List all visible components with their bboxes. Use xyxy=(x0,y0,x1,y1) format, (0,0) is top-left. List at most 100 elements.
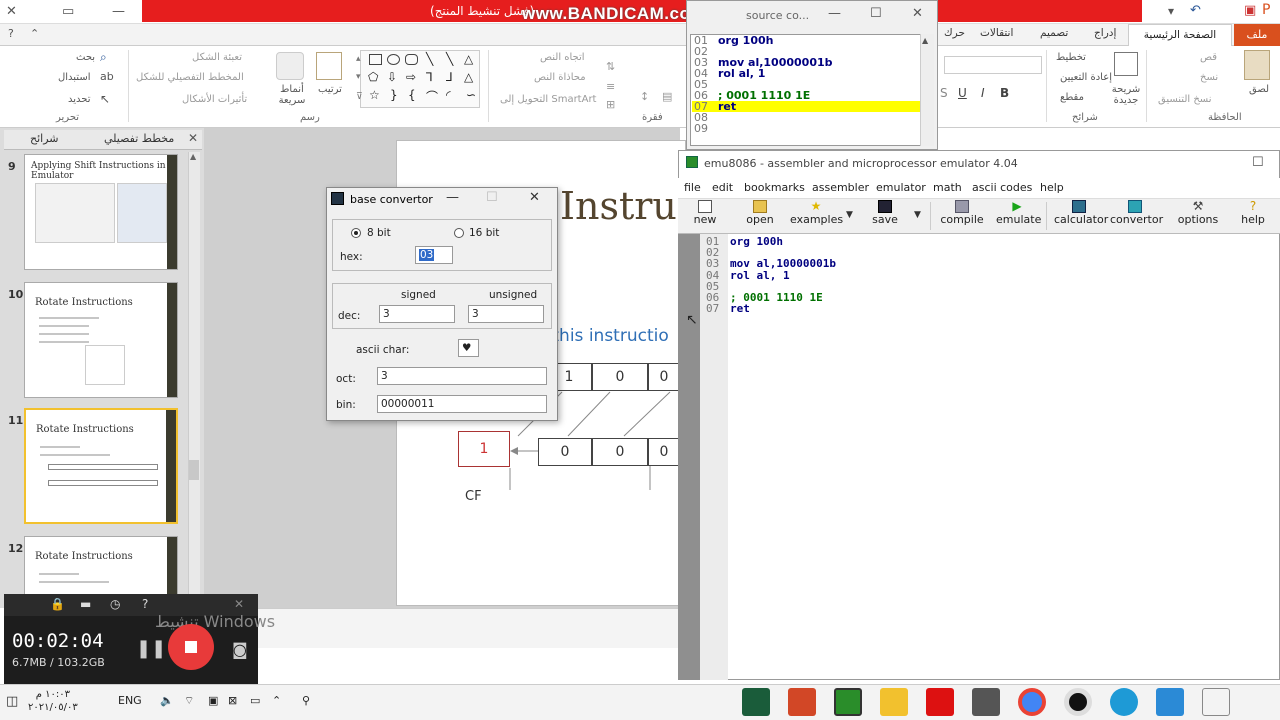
oval-shape-icon[interactable] xyxy=(387,54,400,65)
minimize-button[interactable]: — xyxy=(446,190,459,205)
format-painter-button[interactable]: نسخ التنسيق xyxy=(1158,94,1211,105)
people-icon[interactable]: ⚲ xyxy=(302,694,310,707)
paste-icon[interactable] xyxy=(1244,50,1270,80)
shape-effects-button[interactable]: تأثيرات الأشكال xyxy=(182,94,247,105)
taskbar-clock[interactable]: ١٠:٠٣ م ٢٠٢١/٠٥/٠٣ xyxy=(28,688,78,714)
mail-icon[interactable] xyxy=(1156,688,1184,716)
tab-file[interactable]: ملف xyxy=(1234,24,1280,46)
gallery-scroll-up-icon[interactable]: ▴ xyxy=(356,54,361,64)
powerpoint-taskbar-icon[interactable] xyxy=(788,688,816,716)
quick-styles-icon[interactable] xyxy=(276,52,304,80)
pentagon-shape-icon[interactable]: ⬠ xyxy=(368,70,378,84)
help-button[interactable]: ? help xyxy=(1236,200,1270,232)
star-shape-icon[interactable]: ☆ xyxy=(369,88,380,102)
menu-help[interactable]: help xyxy=(1040,181,1064,194)
emulate-button[interactable]: ▶ emulate xyxy=(996,200,1041,232)
close-panel-icon[interactable]: ✕ xyxy=(188,131,198,145)
tab-outline[interactable]: مخطط تفصيلي xyxy=(104,132,174,145)
slide-thumbnail-11[interactable]: Rotate Instructions xyxy=(24,408,178,524)
shape-outline-button[interactable]: المخطط التفصيلي للشكل xyxy=(136,72,244,83)
emu-code-editor[interactable]: 01 org 100h 02 03 mov al,10000001b 04 rol al, … xyxy=(704,236,836,315)
close-icon[interactable]: ✕ xyxy=(234,597,244,611)
align-text-icon[interactable]: ≡ xyxy=(606,80,615,93)
quick-styles-button[interactable]: أنماط سريعة xyxy=(276,84,308,106)
tray-app-icon[interactable]: ⊠ xyxy=(228,694,237,707)
align-text-button[interactable]: محاذاة النص xyxy=(534,72,586,83)
dec-signed-input[interactable]: 3 xyxy=(379,305,455,323)
calculator-button[interactable]: calculator xyxy=(1054,200,1108,232)
menu-bookmarks[interactable]: bookmarks xyxy=(744,181,805,194)
emu8086-taskbar-icon[interactable] xyxy=(834,688,862,716)
restore-window-button[interactable]: ▭ xyxy=(62,4,74,19)
help-icon[interactable]: ? xyxy=(8,27,14,40)
menu-edit[interactable]: edit xyxy=(712,181,733,194)
paste-button[interactable]: لصق xyxy=(1249,84,1269,95)
tray-app-icon[interactable]: ▣ xyxy=(208,694,218,707)
select-button[interactable]: تحديد xyxy=(68,94,91,105)
cursor-icon[interactable]: ↖ xyxy=(100,92,110,106)
slide-thumbnail-9[interactable]: Applying Shift Instructions in Emulator xyxy=(24,154,178,270)
show-hidden-icons[interactable]: ⌃ xyxy=(272,694,281,707)
menu-ascii-codes[interactable]: ascii codes xyxy=(972,181,1032,194)
close-button[interactable]: ✕ xyxy=(529,190,540,205)
arrow-down-shape-icon[interactable]: ⇩ xyxy=(387,70,397,84)
edge-icon[interactable] xyxy=(1110,688,1138,716)
convert-smartart-button[interactable]: التحويل إلى SmartArt xyxy=(500,94,596,105)
battery-icon[interactable]: ▭ xyxy=(250,694,260,707)
lock-icon[interactable]: 🔒 xyxy=(50,597,65,611)
minimize-button[interactable]: — xyxy=(828,6,841,21)
camera-icon[interactable]: ◙ xyxy=(232,640,248,659)
folder-icon[interactable]: ▬ xyxy=(80,597,91,611)
curve-shape-icon[interactable]: ∽ xyxy=(466,88,476,102)
maximize-button[interactable]: ☐ xyxy=(1252,155,1264,170)
tab-design[interactable]: تصميم xyxy=(1040,27,1068,39)
copy-button[interactable]: نسخ xyxy=(1200,72,1218,83)
save-icon[interactable]: ▣ xyxy=(1244,3,1256,18)
shape-fill-button[interactable]: تعبئة الشكل xyxy=(192,52,242,63)
options-button[interactable]: ⚒ options xyxy=(1176,200,1220,232)
maximize-button[interactable]: ☐ xyxy=(870,6,882,21)
brace-shape-icon[interactable]: { xyxy=(408,88,416,102)
tab-animations[interactable]: حرك xyxy=(944,27,965,39)
line-shape-icon[interactable]: ╲ xyxy=(446,52,453,66)
notification-icon[interactable]: ◫ xyxy=(6,694,18,709)
menu-assembler[interactable]: assembler xyxy=(812,181,869,194)
scroll-up-icon[interactable]: ▲ xyxy=(190,152,196,161)
new-slide-button[interactable]: شريحة جديدة xyxy=(1110,84,1142,106)
bandicam-icon[interactable] xyxy=(1064,688,1092,716)
radio-16bit[interactable] xyxy=(454,228,464,238)
clock-icon[interactable]: ◷ xyxy=(110,597,120,611)
new-slide-icon[interactable] xyxy=(1114,52,1138,76)
replace-button[interactable]: استبدال xyxy=(58,72,91,83)
connector-shape-icon[interactable]: ⅃ xyxy=(446,70,453,84)
ascii-input[interactable]: ♥ xyxy=(458,339,479,357)
smartart-icon[interactable]: ⊞ xyxy=(606,98,615,111)
font-name-field[interactable] xyxy=(944,56,1042,74)
save-dropdown-icon[interactable]: ▼ xyxy=(914,210,921,220)
gallery-expand-icon[interactable]: ⊽ xyxy=(356,92,363,102)
new-button[interactable]: new xyxy=(688,200,722,232)
text-direction-icon[interactable]: ⇅ xyxy=(606,60,615,73)
arc-shape-icon[interactable]: ◜ xyxy=(446,88,451,102)
chrome-icon[interactable] xyxy=(1018,688,1046,716)
binoculars-icon[interactable]: ⌕ xyxy=(100,50,107,65)
slides-scrollbar[interactable] xyxy=(188,152,200,606)
columns-icon[interactable]: ▤ xyxy=(662,90,672,103)
undo-icon[interactable]: ↶ xyxy=(1190,3,1201,18)
rounded-rectangle-shape-icon[interactable] xyxy=(405,54,418,65)
underline-button[interactable]: U xyxy=(958,86,967,100)
examples-dropdown-icon[interactable]: ▼ xyxy=(846,210,853,220)
gallery-scroll-down-icon[interactable]: ▾ xyxy=(356,72,361,82)
acrobat-icon[interactable] xyxy=(926,688,954,716)
arrange-icon[interactable] xyxy=(316,52,342,80)
tab-transitions[interactable]: انتقالات xyxy=(980,27,1013,39)
arrow-right-shape-icon[interactable]: ⇨ xyxy=(406,70,416,84)
shadow-button[interactable]: S xyxy=(940,86,948,100)
rectangle-shape-icon[interactable] xyxy=(369,54,382,65)
italic-button[interactable]: I xyxy=(981,86,985,100)
dropdown-icon[interactable]: ▾ xyxy=(1168,4,1174,18)
source-scrollbar[interactable] xyxy=(920,34,934,146)
radio-8bit[interactable] xyxy=(351,228,361,238)
minimize-window-button[interactable]: — xyxy=(112,4,125,19)
bin-input[interactable]: 00000011 xyxy=(377,395,547,413)
